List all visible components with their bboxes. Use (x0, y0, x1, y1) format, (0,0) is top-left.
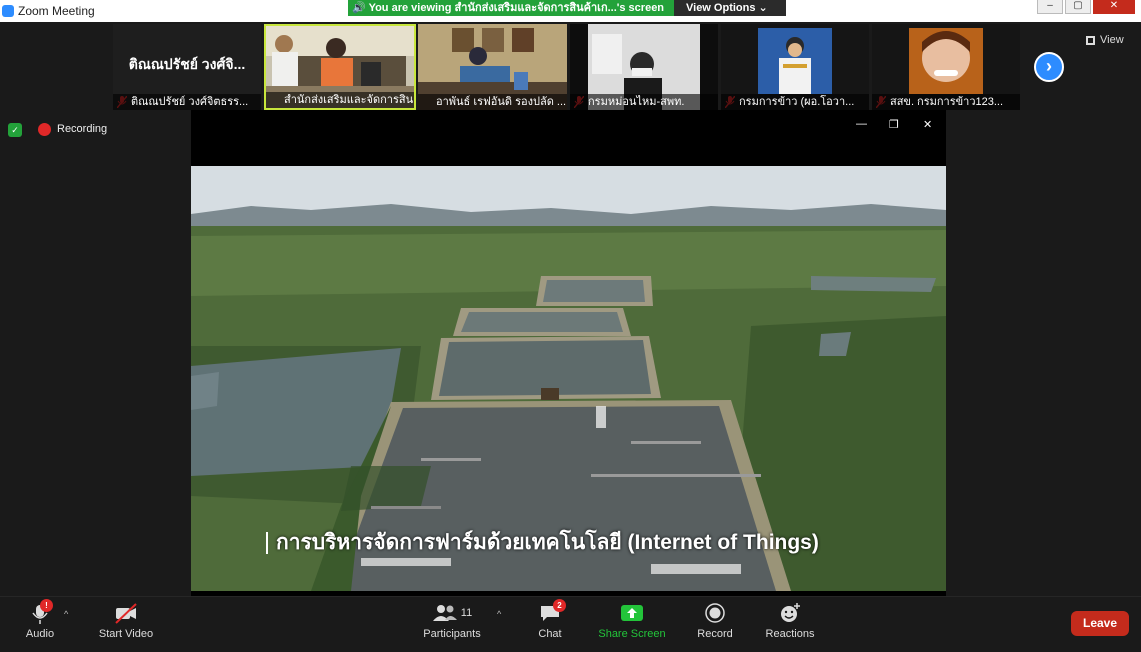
reactions-label: Reactions (765, 628, 815, 640)
start-video-button[interactable]: Start Video (96, 601, 156, 640)
participant-name: สำนักส่งเสริมและจัดการสิน... (266, 92, 414, 108)
subtitle-text: การบริหารจัดการฟาร์มด้วยเทคโนโลยี (Inter… (276, 531, 819, 554)
participants-count: 11 (460, 607, 473, 619)
participants-label: Participants (423, 628, 481, 640)
close-icon[interactable]: ✕ (1093, 0, 1135, 14)
audio-warning-badge: ! (40, 599, 53, 612)
view-label: View (1100, 34, 1124, 46)
audio-button[interactable]: ! Audio (22, 599, 58, 640)
smiley-icon (781, 603, 800, 622)
participant-tile-4[interactable]: กรมหม่อนไหม-สพท. (570, 24, 718, 110)
chat-label: Chat (538, 628, 562, 640)
meeting-toolbar: ! Audio ^ Start Video 11 Participants ^ … (0, 596, 1141, 652)
participant-name: ติณณปรัชย์ วงศ์จิตธรร... (113, 94, 261, 110)
share-screen-label: Share Screen (598, 628, 666, 640)
leave-button[interactable]: Leave (1071, 611, 1129, 636)
share-screen-button[interactable]: Share Screen (598, 601, 666, 640)
audio-label: Audio (25, 628, 55, 640)
window-title: Zoom Meeting (18, 4, 95, 18)
record-button[interactable]: Record (694, 601, 736, 640)
participant-name: กรมการข้าว (ผอ.โอวา... (721, 94, 869, 110)
chat-button[interactable]: 2 Chat (530, 599, 570, 640)
participant-name: สสข. กรมการข้าว123... (872, 94, 1020, 110)
viewing-text: You are viewing สำนักส่งเสริมและจัดการสิ… (368, 2, 665, 14)
record-label: Record (697, 628, 733, 640)
minimize-icon[interactable]: – (1037, 0, 1063, 14)
restore-icon[interactable]: ❐ (889, 118, 899, 131)
people-icon (432, 605, 457, 621)
participants-icon: 11 (420, 601, 484, 625)
view-options-button[interactable]: View Options ⌄ (674, 0, 786, 16)
audio-options-caret-icon[interactable]: ^ (64, 609, 68, 619)
record-icon (705, 603, 725, 623)
window-controls: – ▢ ✕ (1035, 0, 1135, 14)
maximize-icon[interactable]: ▢ (1065, 0, 1091, 14)
recording-label: Recording (57, 123, 108, 135)
share-banner: 🔊 You are viewing สำนักส่งเสริมและจัดการ… (348, 0, 786, 16)
shared-video: การบริหารจัดการฟาร์มด้วยเทคโนโลยี (Inter… (191, 166, 946, 591)
grid-view-icon (1086, 35, 1095, 45)
participant-tile-6[interactable]: สสข. กรมการข้าว123... (872, 24, 1020, 110)
participant-tile-1[interactable]: ติณณปรัชย์ วงศ์จิ... ติณณปรัชย์ วงศ์จิตธ… (113, 24, 261, 110)
video-subtitle: การบริหารจัดการฟาร์มด้วยเทคโนโลยี (Inter… (266, 526, 819, 559)
share-screen-icon (621, 605, 643, 621)
participant-name: อาพันธ์ เรฟอันดิ รองปลัด ... (418, 94, 567, 110)
recording-icon (38, 123, 51, 136)
participants-button[interactable]: 11 Participants (420, 601, 484, 640)
start-video-label: Start Video (98, 628, 154, 640)
viewing-notice: 🔊 You are viewing สำนักส่งเสริมและจัดการ… (348, 0, 674, 16)
minimize-icon[interactable]: — (856, 118, 867, 130)
speaker-icon: 🔊 (352, 2, 366, 14)
participant-display-name: ติณณปรัชย์ วงศ์จิ... (128, 56, 246, 72)
chat-unread-badge: 2 (553, 599, 566, 612)
participants-options-caret-icon[interactable]: ^ (497, 609, 501, 619)
shared-screen: — ❐ ✕ การบริหารจัดการฟาร์มด้วยเทคโนโลยี … (191, 110, 946, 596)
next-page-button[interactable]: › (1034, 52, 1064, 82)
video-off-icon (115, 603, 137, 624)
reactions-button[interactable]: Reactions (764, 601, 816, 640)
shield-icon[interactable]: ✓ (8, 123, 22, 137)
participant-tile-3[interactable]: อาพันธ์ เรฟอันดิ รองปลัด ... (418, 24, 567, 110)
participant-tile-5[interactable]: กรมการข้าว (ผอ.โอวา... (721, 24, 869, 110)
chevron-right-icon: › (1046, 56, 1052, 76)
meeting-area: ติณณปรัชย์ วงศ์จิ... ติณณปรัชย์ วงศ์จิตธ… (0, 22, 1141, 596)
zoom-app-icon (2, 5, 14, 17)
close-icon[interactable]: ✕ (923, 118, 932, 131)
subtitle-bar (266, 532, 268, 555)
participant-tile-2[interactable]: สำนักส่งเสริมและจัดการสิน... (264, 24, 416, 110)
view-button[interactable]: View (1086, 34, 1124, 46)
participant-name: กรมหม่อนไหม-สพท. (570, 94, 718, 110)
